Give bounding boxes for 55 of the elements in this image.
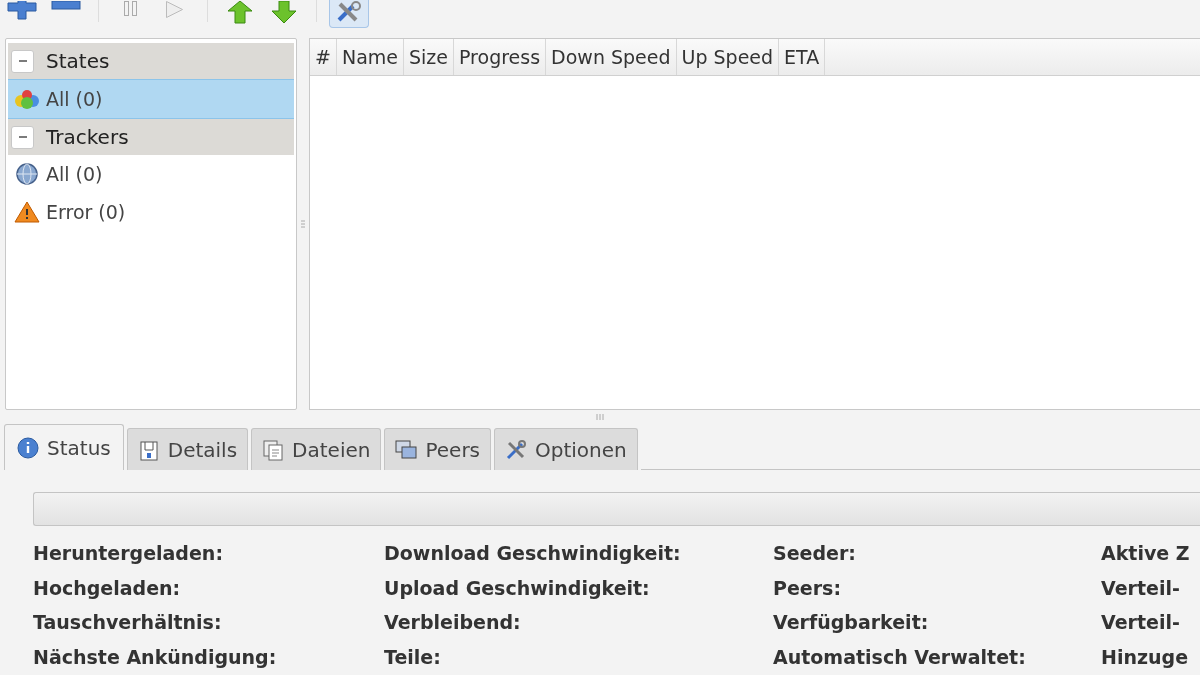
field-label: Tauschverhältnis: — [33, 610, 223, 636]
field-label: Hinzuge — [1101, 644, 1189, 670]
field-label: Verteil- — [1101, 575, 1181, 601]
group-label: Trackers — [46, 125, 129, 149]
column-header[interactable]: Name — [336, 39, 404, 75]
down-arrow-icon — [269, 1, 299, 25]
field-label: Upload Geschwindigkeit: — [384, 575, 651, 601]
pause-icon — [124, 1, 138, 16]
droplets-icon — [14, 88, 40, 110]
field-label: Verfügbarkeit: — [773, 610, 930, 636]
filter-label: Error (0) — [46, 201, 126, 223]
up-arrow-icon — [225, 1, 255, 25]
group-header[interactable]: States — [8, 43, 294, 79]
filter-item[interactable]: All (0) — [8, 155, 294, 193]
field-label: Heruntergeladen: — [33, 541, 224, 567]
filter-item[interactable]: Error (0) — [8, 193, 294, 231]
field-label: Aktive Z — [1101, 541, 1191, 567]
filter-label: All (0) — [46, 88, 103, 110]
field-label: Verbleibend: — [384, 610, 522, 636]
field-label: Nächste Ankündigung: — [33, 644, 278, 670]
filter-label: All (0) — [46, 163, 103, 185]
computers-icon — [395, 438, 418, 461]
field-label: Verteil- — [1101, 610, 1181, 636]
group-label: States — [46, 49, 110, 73]
document-icon — [137, 438, 160, 461]
splitter-grip-icon[interactable] — [301, 219, 305, 229]
globe-icon — [14, 163, 40, 185]
column-header[interactable]: ETA — [779, 39, 826, 75]
field-label: Teile: — [384, 644, 442, 670]
tab[interactable]: Dateien — [251, 428, 382, 470]
filter-item[interactable]: All (0) — [8, 79, 294, 119]
collapse-toggle[interactable] — [11, 125, 34, 149]
info-icon — [17, 436, 39, 459]
tab[interactable]: Details — [126, 428, 249, 470]
column-header[interactable]: Down Speed — [546, 39, 677, 75]
pages-icon — [262, 438, 285, 461]
column-header[interactable]: Size — [404, 39, 454, 75]
column-header[interactable]: Up Speed — [676, 39, 780, 75]
field-label: Download Geschwindigkeit: — [384, 541, 682, 567]
field-label: Automatisch Verwaltet: — [773, 644, 1027, 670]
tab[interactable]: Peers — [384, 428, 492, 470]
field-label: Peers: — [773, 575, 842, 601]
field-label: Hochgeladen: — [33, 575, 182, 601]
splitter-grip-icon[interactable] — [595, 414, 605, 420]
field-label: Seeder: — [773, 541, 857, 567]
collapse-toggle[interactable] — [11, 49, 34, 73]
warning-icon — [14, 201, 40, 223]
tab[interactable]: Optionen — [494, 428, 638, 470]
tab[interactable]: Status — [4, 424, 124, 470]
minus-icon — [51, 1, 81, 10]
column-header[interactable]: Progress — [454, 39, 547, 75]
column-header[interactable]: # — [310, 39, 337, 75]
group-header[interactable]: Trackers — [8, 119, 294, 155]
preferences-button[interactable] — [329, 0, 369, 28]
tools-icon — [505, 438, 528, 461]
